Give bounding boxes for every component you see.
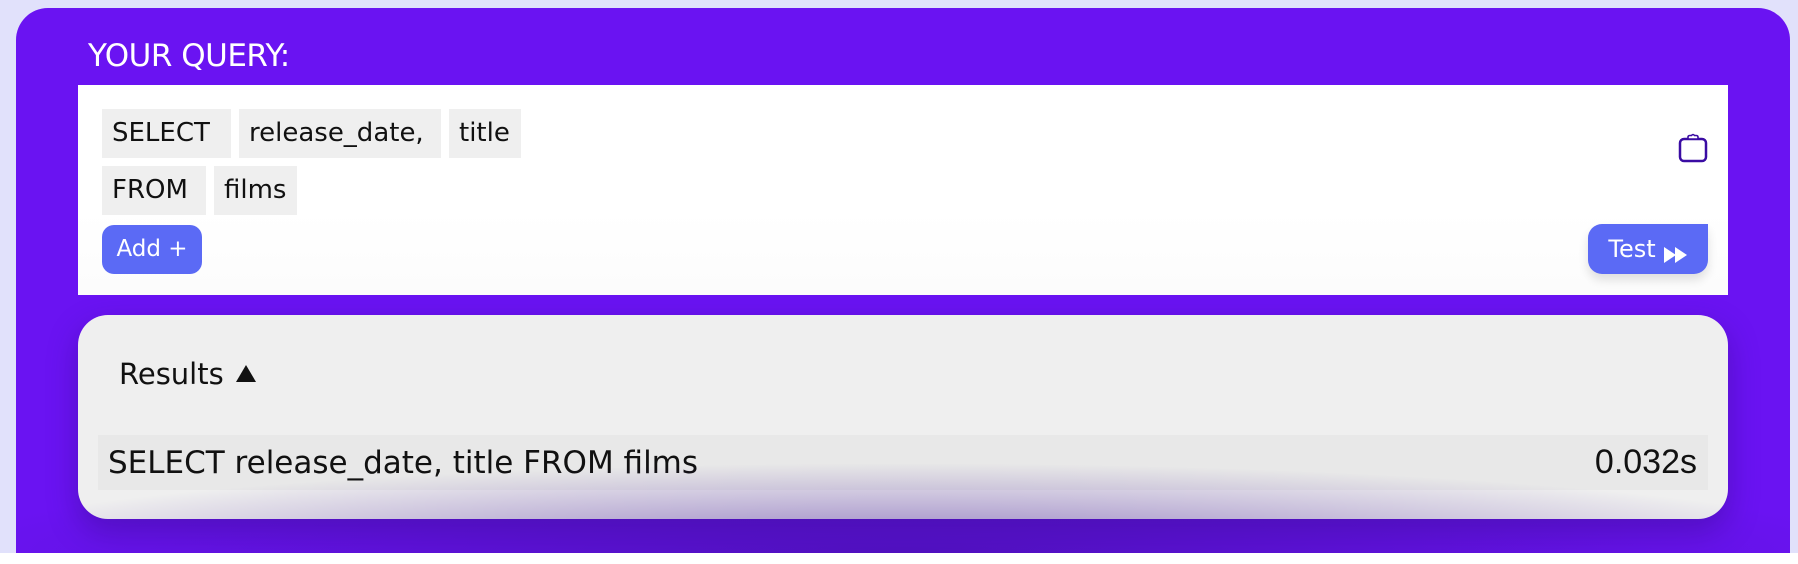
query-panel: YOUR QUERY: SELECT release_date, title F… [16,8,1790,553]
result-row[interactable]: SELECT release_date, title FROM films 0.… [98,435,1708,490]
clipboard-icon[interactable] [1678,133,1708,163]
query-chip-from[interactable]: FROM [102,166,206,215]
fast-forward-icon [1663,241,1688,263]
query-chip-release-date[interactable]: release_date, [239,109,441,158]
query-chip-title[interactable]: title [449,109,521,158]
add-button[interactable]: Add + [102,225,202,274]
test-button[interactable]: Test [1588,224,1708,274]
result-time: 0.032s [1594,443,1697,481]
query-chip-films[interactable]: films [214,166,297,215]
query-chip-select[interactable]: SELECT [102,109,231,158]
test-button-label: Test [1608,235,1656,263]
results-title: Results [119,357,224,391]
triangle-up-icon [235,364,256,382]
query-builder: SELECT release_date, title FROM films Ad… [78,85,1728,295]
query-label: YOUR QUERY: [88,38,290,74]
results-panel: Results SELECT release_date, title FROM … [78,315,1728,519]
results-toggle[interactable]: Results [119,357,256,391]
result-query: SELECT release_date, title FROM films [108,444,699,481]
